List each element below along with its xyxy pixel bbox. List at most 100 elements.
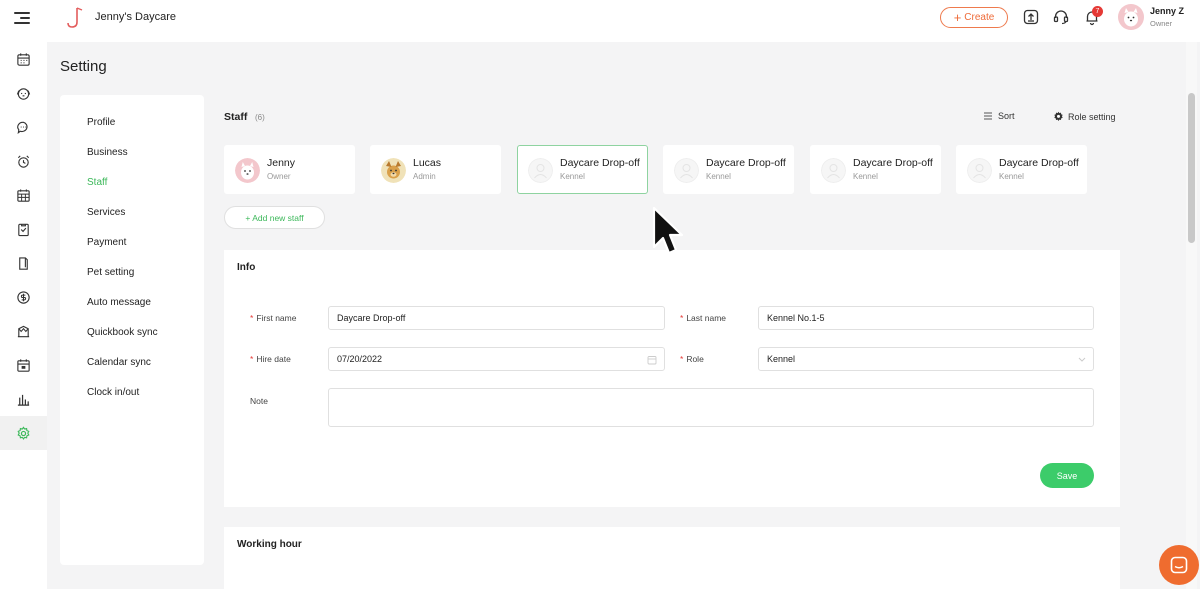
avatar (235, 158, 260, 183)
nav-settings[interactable] (0, 416, 47, 450)
plus-icon: + (953, 10, 962, 25)
hire-date-field[interactable]: 07/20/2022 (328, 347, 665, 371)
menu-item-profile[interactable]: Profile (87, 117, 115, 128)
support-chat-button[interactable] (1159, 545, 1199, 585)
note-label: Note (250, 396, 268, 406)
user-role: Owner (1150, 19, 1173, 28)
document-icon (19, 256, 28, 270)
staff-card[interactable]: Jenny Owner (224, 145, 355, 194)
upload-icon[interactable] (1022, 8, 1040, 26)
menu-item-business[interactable]: Business (87, 147, 128, 158)
chat-icon (17, 121, 28, 134)
staff-role: Kennel (853, 172, 878, 181)
note-textarea[interactable] (328, 388, 1094, 427)
role-setting-button[interactable]: Role setting (1053, 111, 1116, 122)
menu-item-payment[interactable]: Payment (87, 237, 126, 248)
menu-item-staff[interactable]: Staff (87, 177, 107, 188)
calendar-icon[interactable] (647, 355, 657, 365)
dog-avatar-icon (1118, 4, 1144, 30)
booking-icon (17, 358, 30, 372)
first-name-field[interactable]: Daycare Drop-off (328, 306, 665, 330)
sort-label: Sort (998, 111, 1015, 121)
hire-date-label-text: Hire date (256, 354, 291, 364)
top-bar: Jenny's Daycare + Create 7 Jenny Z Owner (0, 0, 1200, 42)
staff-name: Daycare Drop-off (853, 157, 933, 169)
nav-reminders[interactable] (0, 144, 47, 178)
nav-bookings[interactable] (0, 348, 47, 382)
chat-icon (1170, 556, 1188, 574)
avatar-placeholder (967, 158, 992, 183)
chevron-down-icon (1078, 357, 1086, 362)
left-nav-rail (0, 42, 47, 589)
staff-card[interactable]: Daycare Drop-off Kennel (956, 145, 1087, 194)
staff-card[interactable]: Daycare Drop-off Kennel (663, 145, 794, 194)
nav-analytics[interactable] (0, 382, 47, 416)
nav-documents[interactable] (0, 246, 47, 280)
settings-menu: Profile Business Staff Services Payment … (60, 95, 204, 565)
menu-item-auto-message[interactable]: Auto message (87, 297, 151, 308)
avatar-placeholder (528, 158, 553, 183)
menu-icon[interactable] (14, 12, 30, 26)
save-button[interactable]: Save (1040, 463, 1094, 488)
schedule-icon (17, 188, 30, 202)
calendar-icon (17, 52, 30, 66)
role-setting-label: Role setting (1068, 111, 1116, 122)
app-logo (67, 7, 83, 28)
user-placeholder-icon (528, 158, 553, 183)
nav-schedule[interactable] (0, 178, 47, 212)
avatar[interactable] (1118, 4, 1144, 30)
role-label-text: Role (686, 354, 704, 364)
nav-kennels[interactable] (0, 314, 47, 348)
menu-item-calendar-sync[interactable]: Calendar sync (87, 357, 151, 368)
first-name-label: * First name (250, 313, 297, 323)
role-label: * Role (680, 354, 704, 364)
mouse-cursor-icon (652, 206, 684, 255)
add-staff-button[interactable]: + Add new staff (224, 206, 325, 229)
nav-payments[interactable] (0, 280, 47, 314)
info-panel: Info * First name Daycare Drop-off * Last … (224, 250, 1120, 507)
staff-name: Daycare Drop-off (560, 157, 640, 169)
staff-role: Kennel (560, 172, 585, 181)
working-hour-panel: Working hour (224, 527, 1120, 589)
avatar (381, 158, 406, 183)
kennel-icon (17, 325, 30, 337)
nav-reports[interactable] (0, 212, 47, 246)
staff-card[interactable]: Lucas Admin (370, 145, 501, 194)
staff-card[interactable]: Daycare Drop-off Kennel (810, 145, 941, 194)
create-button[interactable]: + Create (940, 7, 1008, 28)
last-name-field[interactable]: Kennel No.1-5 (758, 306, 1094, 330)
role-value: Kennel (767, 354, 796, 364)
dog-avatar-icon (235, 158, 260, 183)
notification-badge: 7 (1092, 6, 1103, 17)
staff-name: Daycare Drop-off (999, 157, 1079, 169)
info-title: Info (237, 262, 256, 273)
avatar-placeholder (821, 158, 846, 183)
last-name-label: * Last name (680, 313, 727, 323)
menu-item-pet-setting[interactable]: Pet setting (87, 267, 134, 278)
nav-pets[interactable] (0, 76, 47, 110)
role-select[interactable]: Kennel (758, 347, 1094, 371)
alarm-clock-icon (17, 154, 30, 168)
first-name-label-text: First name (256, 313, 297, 323)
app-title: Jenny's Daycare (95, 11, 176, 23)
clipboard-icon (18, 223, 29, 236)
headset-icon[interactable] (1052, 8, 1070, 26)
user-placeholder-icon (967, 158, 992, 183)
nav-calendar[interactable] (0, 42, 47, 76)
menu-item-services[interactable]: Services (87, 207, 125, 218)
nav-messages[interactable] (0, 110, 47, 144)
sort-button[interactable]: Sort (983, 111, 1015, 121)
dog-icon (16, 87, 31, 100)
staff-card-selected[interactable]: Daycare Drop-off Kennel (517, 145, 648, 194)
scrollbar-thumb[interactable] (1188, 93, 1195, 243)
dog-avatar-icon (381, 158, 406, 183)
hire-date-label: * Hire date (250, 354, 291, 364)
page-title: Setting (60, 58, 107, 75)
menu-item-quickbook-sync[interactable]: Quickbook sync (87, 327, 158, 338)
staff-name: Lucas (413, 157, 442, 169)
user-placeholder-icon (674, 158, 699, 183)
staff-role: Kennel (706, 172, 731, 181)
menu-item-clock-in-out[interactable]: Clock in/out (87, 387, 139, 398)
staff-role: Admin (413, 172, 436, 181)
staff-role: Kennel (999, 172, 1024, 181)
